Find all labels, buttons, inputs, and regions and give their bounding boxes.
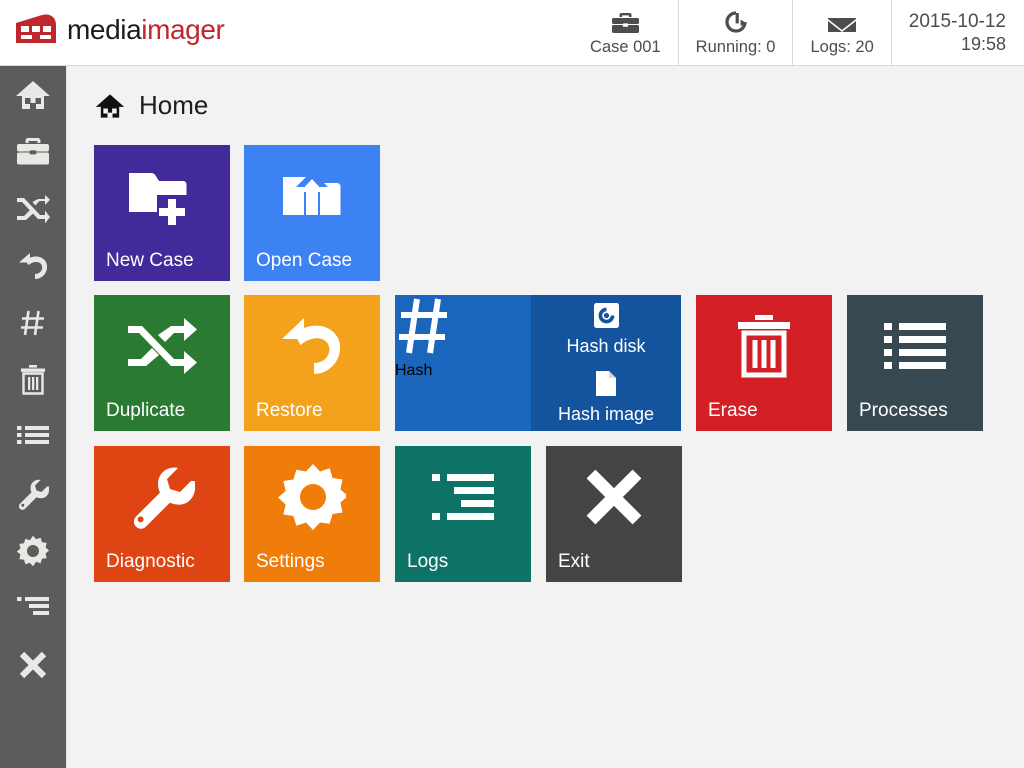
tile-duplicate[interactable]: Duplicate [94,295,230,431]
tile-label: Exit [558,551,590,572]
sidebar-item-logs[interactable] [0,579,66,636]
disk-icon [531,300,681,330]
header-time: 19:58 [960,34,1006,54]
sidebar-item-case[interactable] [0,123,66,180]
left-sidebar [0,66,66,768]
tile-label: Settings [256,551,325,572]
sidebar-item-processes[interactable] [0,408,66,465]
tile-open-case[interactable]: Open Case [244,145,380,281]
status-case-label: Case 001 [590,38,661,56]
tile-hash-disk[interactable]: Hash disk [531,295,681,363]
header-datetime: 2015-10-12 19:58 [890,0,1008,66]
status-case[interactable]: Case 001 [573,0,678,66]
sidebar-item-settings[interactable] [0,522,66,579]
sidebar-item-hash[interactable] [0,294,66,351]
undo-arrow-icon [19,252,48,279]
list-icon [17,425,49,444]
tile-label: Processes [859,400,948,421]
sidebar-item-exit[interactable] [0,636,66,693]
tile-label: Diagnostic [106,551,195,572]
status-logs-label: Logs: 20 [810,38,874,56]
folder-plus-icon [94,145,230,247]
running-process-icon [722,8,750,35]
tile-label: New Case [106,250,194,271]
sidebar-item-duplicate[interactable] [0,180,66,237]
brand-logo-text-primary: media [67,14,142,45]
header-date: 2015-10-12 [908,11,1006,32]
close-x-icon [19,651,47,678]
trash-icon [21,364,45,395]
list-icon [847,295,983,397]
sidebar-item-restore[interactable] [0,237,66,294]
brand-logo-text: mediaimager [67,14,225,45]
tile-exit[interactable]: Exit [546,446,682,582]
app-header: mediaimager Case 001 Running: 0 Logs: 20… [0,0,1024,66]
undo-arrow-icon [244,295,380,397]
envelope-icon [827,8,857,35]
hash-icon [395,295,531,362]
wrench-icon [94,446,230,548]
status-running[interactable]: Running: 0 [677,0,793,66]
tile-hash-group: Hash Hash disk Hash image [395,295,681,431]
sidebar-item-diagnostic[interactable] [0,465,66,522]
tile-hash-image[interactable]: Hash image [531,363,681,431]
tile-label: Erase [708,400,758,421]
tile-label: Hash [395,362,433,379]
mediaimager-logo-mark-icon [16,14,56,43]
tile-label: Hash disk [566,336,646,356]
sidebar-item-erase[interactable] [0,351,66,408]
sidebar-item-home[interactable] [0,66,66,123]
tile-label: Restore [256,400,323,421]
hash-icon [21,310,44,335]
shuffle-icon [17,194,50,223]
brand-logo[interactable]: mediaimager [14,14,225,45]
page-title: Home [139,90,209,120]
status-running-label: Running: 0 [695,38,776,56]
tile-logs[interactable]: Logs [395,446,531,582]
tile-label: Hash image [557,404,655,424]
tile-restore[interactable]: Restore [244,295,380,431]
briefcase-icon [611,8,640,35]
close-x-icon [546,446,682,548]
tile-erase[interactable]: Erase [696,295,832,431]
briefcase-icon [17,138,49,165]
header-status-bar: Case 001 Running: 0 Logs: 20 2015-10-12 … [573,0,1008,66]
page-header: Home [95,90,208,121]
home-icon [16,80,50,109]
tile-hash[interactable]: Hash [395,295,531,431]
status-logs[interactable]: Logs: 20 [792,0,890,66]
logs-icon [17,596,49,615]
folder-upload-icon [244,145,380,247]
main-content: Home New Case Open Case Duplicate Restor… [66,66,1024,768]
gear-icon [17,535,49,566]
tile-settings[interactable]: Settings [244,446,380,582]
tile-new-case[interactable]: New Case [94,145,230,281]
file-icon [531,368,681,398]
tile-label: Logs [407,551,449,572]
shuffle-icon [94,295,230,397]
brand-logo-text-accent: imager [141,14,225,45]
tile-label: Duplicate [106,400,186,421]
wrench-icon [18,479,49,510]
logs-icon [395,446,531,548]
tile-processes[interactable]: Processes [847,295,983,431]
tile-diagnostic[interactable]: Diagnostic [94,446,230,582]
home-icon [95,93,125,118]
gear-icon [244,446,380,548]
trash-icon [696,295,832,397]
tile-label: Open Case [256,250,353,271]
